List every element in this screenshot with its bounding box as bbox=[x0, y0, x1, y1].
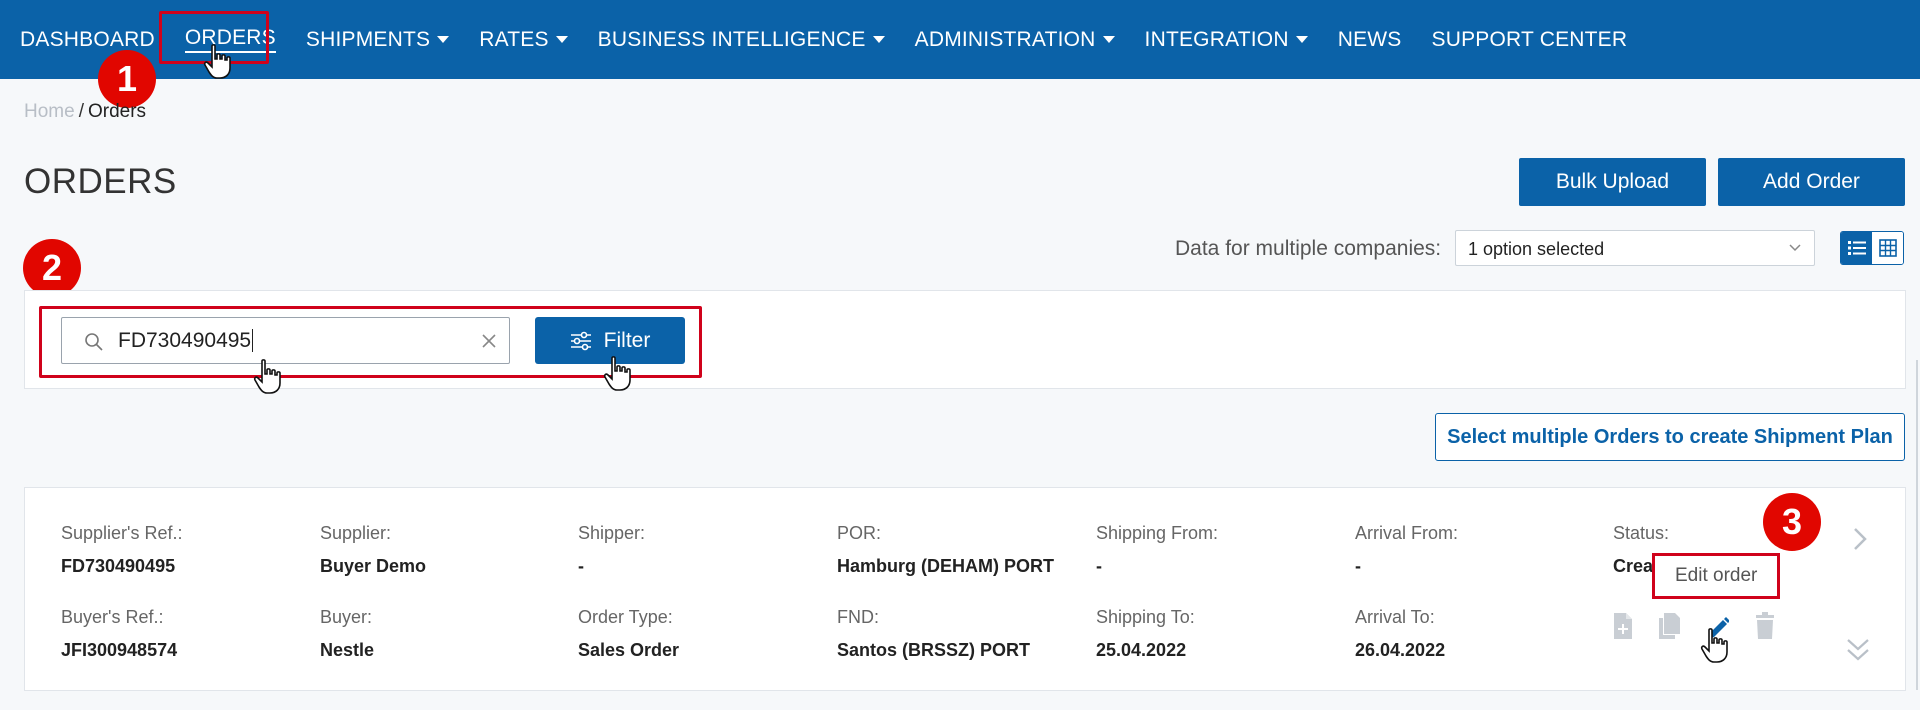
nav-business-intelligence[interactable]: BUSINESS INTELLIGENCE bbox=[598, 28, 885, 52]
field-value: - bbox=[1096, 556, 1102, 576]
nav-integration[interactable]: INTEGRATION bbox=[1145, 28, 1308, 52]
field-label: Supplier: bbox=[320, 523, 392, 543]
breadcrumb-separator: / bbox=[78, 101, 84, 122]
breadcrumb-current: Orders bbox=[87, 101, 147, 122]
field-label: Arrival To: bbox=[1355, 607, 1435, 627]
top-navigation: DASHBOARD ORDERS SHIPMENTS RATES BUSINES… bbox=[0, 0, 1920, 79]
chevron-down-icon bbox=[1789, 244, 1801, 252]
copy-icon[interactable] bbox=[1657, 612, 1681, 640]
nav-rates[interactable]: RATES bbox=[479, 27, 568, 52]
field-label: Status: bbox=[1613, 523, 1670, 543]
field-label: Buyer's Ref.: bbox=[61, 607, 164, 627]
field-label: Shipper: bbox=[578, 523, 646, 543]
companies-label: Data for multiple companies: bbox=[1175, 237, 1442, 260]
companies-select-value: 1 option selected bbox=[1468, 239, 1605, 259]
field-value: Sales Order bbox=[578, 640, 680, 660]
nav-label: NEWS bbox=[1337, 27, 1402, 51]
field-value: - bbox=[578, 556, 584, 576]
add-order-button[interactable]: Add Order bbox=[1718, 158, 1905, 206]
breadcrumb-home[interactable]: Home bbox=[24, 101, 75, 122]
field-arrival-from: Arrival From: - bbox=[1355, 523, 1458, 577]
field-label: Shipping To: bbox=[1096, 607, 1195, 627]
search-input-value: FD730490495 bbox=[118, 329, 252, 352]
nav-label: SUPPORT CENTER bbox=[1431, 27, 1628, 51]
field-label: Buyer: bbox=[320, 607, 373, 627]
step-badge-1: 1 bbox=[98, 50, 156, 108]
field-value: Buyer Demo bbox=[320, 556, 427, 576]
nav-label: INTEGRATION bbox=[1144, 27, 1289, 51]
field-label: POR: bbox=[837, 523, 882, 543]
nav-administration[interactable]: ADMINISTRATION bbox=[915, 28, 1115, 52]
page-title: ORDERS bbox=[24, 162, 177, 201]
view-toggle bbox=[1840, 231, 1904, 265]
clear-icon[interactable] bbox=[481, 333, 497, 349]
field-label: Order Type: bbox=[578, 607, 673, 627]
breadcrumb: Home / Orders bbox=[24, 101, 146, 123]
nav-label: BUSINESS INTELLIGENCE bbox=[597, 27, 866, 51]
field-value: FD730490495 bbox=[61, 556, 176, 576]
caret-down-icon bbox=[555, 36, 568, 43]
field-value: Santos (BRSSZ) PORT bbox=[837, 640, 1031, 660]
list-view-button[interactable] bbox=[1841, 232, 1872, 264]
filter-button-label: Filter bbox=[603, 328, 651, 352]
scrollbar-track[interactable] bbox=[1916, 360, 1918, 690]
edit-order-tooltip: Edit order bbox=[1652, 553, 1781, 599]
field-por: POR: Hamburg (DEHAM) PORT bbox=[837, 523, 1054, 577]
step-badge-3: 3 bbox=[1763, 493, 1821, 551]
hand-cursor-icon bbox=[203, 44, 231, 79]
chevron-right-icon[interactable] bbox=[1851, 526, 1869, 552]
field-label: FND: bbox=[837, 607, 879, 627]
field-order-type: Order Type: Sales Order bbox=[578, 607, 679, 661]
sliders-icon bbox=[570, 331, 591, 350]
nav-shipments[interactable]: SHIPMENTS bbox=[305, 27, 450, 52]
caret-down-icon bbox=[1102, 36, 1115, 43]
field-label: Arrival From: bbox=[1355, 523, 1458, 543]
field-shipper: Shipper: - bbox=[578, 523, 645, 577]
field-value: JFI300948574 bbox=[61, 640, 178, 660]
bulk-upload-button[interactable]: Bulk Upload bbox=[1519, 158, 1706, 206]
companies-select[interactable]: 1 option selected bbox=[1455, 230, 1815, 266]
nav-support-center[interactable]: SUPPORT CENTER bbox=[1432, 28, 1628, 52]
create-shipment-plan-button[interactable]: Select multiple Orders to create Shipmen… bbox=[1435, 413, 1905, 461]
field-label: Shipping From: bbox=[1096, 523, 1219, 543]
field-suppliers-ref: Supplier's Ref.: FD730490495 bbox=[61, 523, 183, 577]
table-icon bbox=[1878, 239, 1897, 257]
add-document-icon[interactable] bbox=[1611, 612, 1635, 640]
delete-icon[interactable] bbox=[1753, 612, 1777, 640]
search-icon bbox=[85, 333, 103, 351]
field-shipping-to: Shipping To: 25.04.2022 bbox=[1096, 607, 1195, 661]
nav-label: ADMINISTRATION bbox=[914, 27, 1096, 51]
field-value: 25.04.2022 bbox=[1096, 640, 1187, 660]
nav-label: RATES bbox=[479, 27, 549, 51]
caret-down-icon bbox=[872, 36, 885, 43]
nav-label: DASHBOARD bbox=[20, 27, 155, 51]
nav-dashboard[interactable]: DASHBOARD bbox=[20, 28, 155, 52]
field-label: Supplier's Ref.: bbox=[61, 523, 183, 543]
field-fnd: FND: Santos (BRSSZ) PORT bbox=[837, 607, 1030, 661]
hand-cursor-icon bbox=[1700, 628, 1728, 663]
list-icon bbox=[1847, 241, 1866, 255]
caret-down-icon bbox=[1295, 36, 1308, 43]
field-value: Nestle bbox=[320, 640, 375, 660]
search-input[interactable]: FD730490495 bbox=[61, 317, 510, 364]
field-buyer: Buyer: Nestle bbox=[320, 607, 374, 661]
field-buyers-ref: Buyer's Ref.: JFI300948574 bbox=[61, 607, 177, 661]
nav-news[interactable]: NEWS bbox=[1338, 28, 1402, 52]
field-shipping-from: Shipping From: - bbox=[1096, 523, 1218, 577]
hand-cursor-icon bbox=[603, 356, 631, 391]
step-badge-2: 2 bbox=[23, 239, 81, 297]
double-chevron-down-icon[interactable] bbox=[1845, 637, 1871, 663]
caret-down-icon bbox=[437, 36, 450, 43]
text-caret bbox=[252, 329, 254, 352]
hand-cursor-icon bbox=[253, 359, 281, 394]
field-supplier: Supplier: Buyer Demo bbox=[320, 523, 426, 577]
grid-view-button[interactable] bbox=[1872, 232, 1903, 264]
field-value: 26.04.2022 bbox=[1355, 640, 1446, 660]
field-arrival-to: Arrival To: 26.04.2022 bbox=[1355, 607, 1445, 661]
nav-label: SHIPMENTS bbox=[305, 27, 431, 51]
field-value: Hamburg (DEHAM) PORT bbox=[837, 556, 1054, 576]
field-value: - bbox=[1355, 556, 1361, 576]
